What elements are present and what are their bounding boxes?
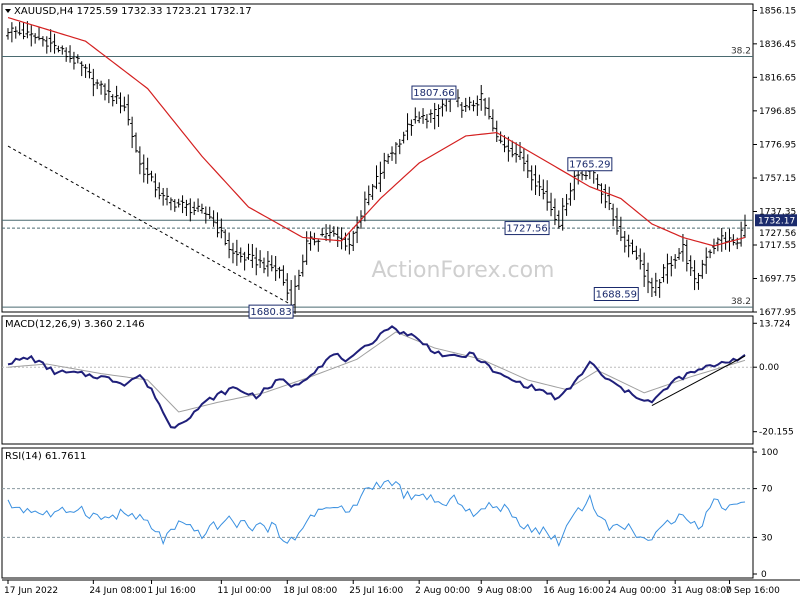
rsi-tick-label-2: 30	[761, 533, 773, 543]
annotation-label-4: 1680.83	[250, 307, 291, 318]
macd-tick-label-2: -20.155	[759, 428, 794, 438]
last-price-label: 1732.17	[758, 216, 795, 226]
price-tick-label-2: 1816.65	[759, 73, 796, 83]
rsi-title: RSI(14) 61.7611	[5, 451, 86, 462]
macd-tick-label-1: 0.00	[759, 363, 779, 373]
price-tick-label-5: 1757.15	[759, 174, 796, 184]
rsi-tick-label-3: 0	[761, 570, 767, 580]
x-tick-label-4: 18 Jul 08:00	[283, 586, 337, 596]
price-tick-label-0: 1856.15	[759, 7, 796, 17]
price-tick-label-9: 1677.95	[759, 308, 796, 318]
x-tick-label-9: 24 Aug 00:00	[605, 586, 666, 596]
watermark-text: ActionForex.com	[372, 258, 555, 283]
price-tick-label-4: 1776.95	[759, 141, 796, 151]
x-tick-label-0: 17 Jun 2022	[4, 586, 58, 596]
annotation-label-1: 1765.29	[569, 160, 610, 171]
x-tick-label-1: 24 Jun 08:00	[89, 586, 146, 596]
price-tick-label-7: 1717.55	[759, 241, 796, 251]
x-tick-label-3: 11 Jul 00:00	[217, 586, 271, 596]
macd-panel-frame	[1, 315, 754, 445]
x-tick-label-5: 25 Jul 16:00	[349, 586, 403, 596]
rsi-tick-label-1: 70	[761, 485, 773, 495]
rsi-panel-frame	[1, 447, 754, 579]
trading-chart: ActionForex.com 38.2 38.2 1807.66 1765.29 172…	[1, 3, 800, 596]
x-tick-label-6: 2 Aug 00:00	[415, 586, 470, 596]
annotation-label-0: 1807.66	[413, 88, 454, 99]
x-tick-label-10: 31 Aug 08:00	[671, 586, 732, 596]
chart-root: ActionForex.com 38.2 38.2 1807.66 1765.29 172…	[0, 0, 800, 600]
price-title: XAUUSD,H4 1725.59 1732.33 1723.21 1732.1…	[14, 6, 252, 17]
macd-tick-label-0: 13.724	[759, 319, 791, 329]
macd-title: MACD(12,26,9) 3.360 2.146	[5, 319, 145, 330]
x-tick-label-2: 1 Jul 16:00	[148, 586, 197, 596]
x-tick-label-7: 9 Aug 08:00	[477, 586, 532, 596]
price-tick-label-8: 1697.75	[759, 275, 796, 285]
level-label-3: 38.2	[731, 297, 751, 307]
rsi-tick-label-0: 100	[761, 448, 778, 458]
annotation-label-2: 1727.56	[506, 224, 547, 235]
level-price-label: 1727.56	[759, 229, 796, 239]
level-label-0: 38.2	[731, 46, 751, 56]
price-tick-label-1: 1836.45	[759, 40, 796, 50]
annotation-label-3: 1688.59	[596, 289, 637, 300]
x-tick-label-8: 16 Aug 16:00	[543, 586, 604, 596]
price-tick-label-3: 1796.85	[759, 107, 796, 117]
x-tick-label-11: 7 Sep 16:00	[725, 586, 780, 596]
